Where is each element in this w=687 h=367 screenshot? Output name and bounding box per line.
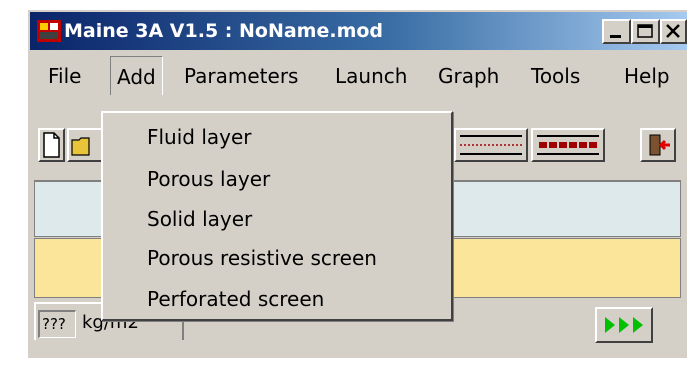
dashed-layer-icon <box>537 135 599 155</box>
menu-bar: File Add Parameters Launch Graph Tools H… <box>30 54 687 95</box>
menu-launch[interactable]: Launch <box>335 64 407 88</box>
run-button[interactable] <box>595 307 653 343</box>
minimize-button[interactable] <box>602 19 631 44</box>
minimize-icon <box>610 35 621 38</box>
dashed-layer-button[interactable] <box>531 128 605 162</box>
new-file-button[interactable] <box>38 128 65 162</box>
open-folder-button[interactable] <box>67 128 103 162</box>
menu-file[interactable]: File <box>48 64 81 88</box>
menu-parameters[interactable]: Parameters <box>184 64 298 88</box>
menu-item-porous-resistive-screen[interactable]: Porous resistive screen <box>147 246 377 270</box>
exit-icon <box>649 134 670 156</box>
menu-item-porous-layer[interactable]: Porous layer <box>147 167 270 191</box>
new-file-icon <box>43 132 60 158</box>
close-icon <box>666 24 680 38</box>
triple-play-icon <box>605 317 643 333</box>
menu-graph[interactable]: Graph <box>438 64 499 88</box>
density-value-field[interactable]: ??? <box>38 310 76 338</box>
add-menu-dropdown: Fluid layer Porous layer Solid layer Por… <box>101 111 453 321</box>
menu-item-solid-layer[interactable]: Solid layer <box>147 207 252 231</box>
menu-item-perforated-screen[interactable]: Perforated screen <box>147 287 324 311</box>
menu-item-fluid-layer[interactable]: Fluid layer <box>147 125 252 149</box>
window-title: Maine 3A V1.5 : NoName.mod <box>64 20 384 42</box>
title-bar[interactable]: Maine 3A V1.5 : NoName.mod <box>30 12 687 50</box>
maximize-icon <box>637 24 653 38</box>
open-folder-icon <box>71 137 90 156</box>
menu-tools[interactable]: Tools <box>531 64 580 88</box>
thin-layer-button[interactable] <box>454 128 528 162</box>
app-logo-icon <box>37 20 61 42</box>
menu-help[interactable]: Help <box>624 64 670 88</box>
exit-button[interactable] <box>640 128 676 162</box>
close-button[interactable] <box>660 19 687 44</box>
maximize-button[interactable] <box>631 19 660 44</box>
thin-layer-icon <box>460 135 522 155</box>
menu-add[interactable]: Add <box>110 56 163 95</box>
